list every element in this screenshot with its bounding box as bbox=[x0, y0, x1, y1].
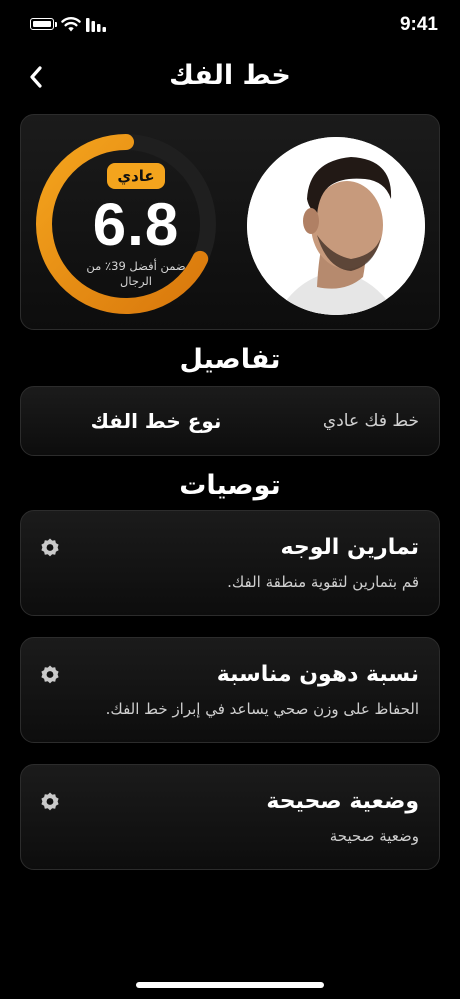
jaw-type-label: نوع خط الفك bbox=[90, 409, 222, 433]
recommendation-card[interactable]: تمارين الوجه قم بتمارين لتقوية منطقة الف… bbox=[20, 510, 440, 616]
gear-icon bbox=[41, 792, 59, 811]
jawline-score-card: عادي 6.8 ضمن أفضل 39٪ من الرجال bbox=[20, 114, 440, 330]
recommendation-description: الحفاظ على وزن صحي يساعد في إبراز خط الف… bbox=[105, 700, 419, 718]
battery-icon bbox=[30, 18, 54, 30]
score-subtitle: ضمن أفضل 39٪ من الرجال bbox=[86, 259, 186, 288]
score-gauge: عادي 6.8 ضمن أفضل 39٪ من الرجال bbox=[33, 131, 219, 317]
recommendation-card[interactable]: نسبة دهون مناسبة الحفاظ على وزن صحي يساع… bbox=[20, 637, 440, 743]
jaw-type-card: نوع خط الفك خط فك عادي bbox=[20, 386, 440, 456]
jaw-type-value: خط فك عادي bbox=[322, 411, 419, 431]
wifi-icon bbox=[61, 17, 81, 32]
nav-bar: خط الفك bbox=[0, 52, 460, 102]
recommendation-title: نسبة دهون مناسبة bbox=[216, 662, 419, 687]
recommendation-description: قم بتمارين لتقوية منطقة الفك. bbox=[227, 573, 419, 591]
status-bar: 9:41 bbox=[0, 0, 460, 50]
status-time: 9:41 bbox=[399, 14, 438, 35]
home-indicator[interactable] bbox=[136, 982, 324, 988]
gear-icon bbox=[41, 538, 59, 557]
avatar bbox=[247, 137, 425, 315]
score-badge: عادي bbox=[107, 163, 165, 189]
recommendation-card[interactable]: وضعية صحيحة وضعية صحيحة bbox=[20, 764, 440, 870]
signal-icon bbox=[86, 18, 106, 32]
page-title: خط الفك bbox=[169, 60, 291, 91]
recommendations-heading: توصيات bbox=[179, 470, 281, 501]
score-value: 6.8 bbox=[92, 191, 180, 258]
battery-tip bbox=[55, 22, 57, 27]
recommendation-description: وضعية صحيحة bbox=[329, 827, 419, 845]
details-heading: تفاصيل bbox=[179, 344, 281, 375]
gear-icon bbox=[41, 665, 59, 684]
recommendation-title: وضعية صحيحة bbox=[266, 789, 419, 814]
recommendation-title: تمارين الوجه bbox=[280, 535, 419, 560]
